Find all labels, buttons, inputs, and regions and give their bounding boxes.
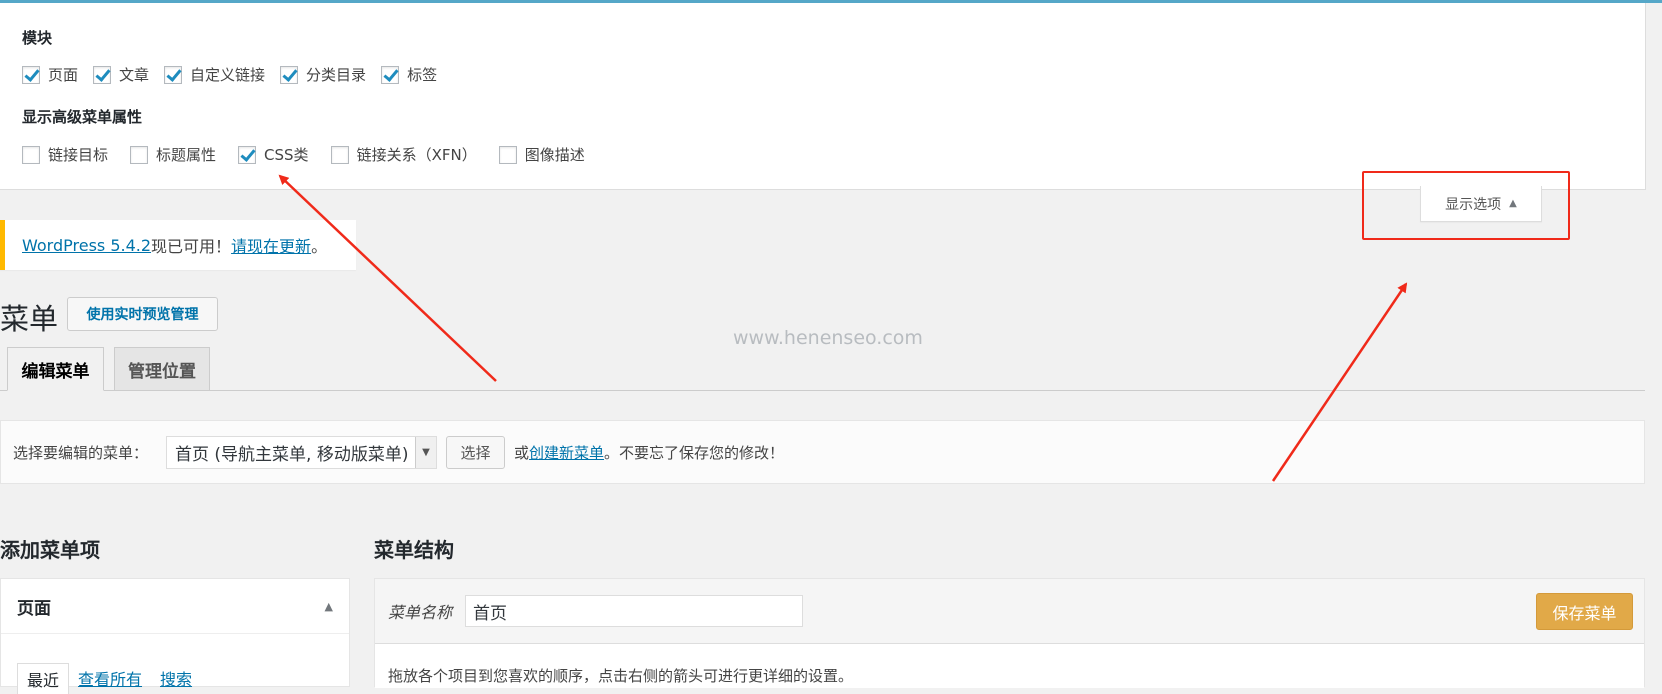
or-text: 或 xyxy=(514,443,530,462)
menu-select-value: 首页 (导航主菜单, 移动版菜单) xyxy=(175,444,409,465)
module-label: 自定义链接 xyxy=(190,66,266,84)
checkbox-xfn[interactable] xyxy=(330,145,349,164)
screen-options-panel: 模块 页面 文章 自定义链接 分类目录 标签 显示高级菜单属性 链接目标 标题属… xyxy=(0,3,1646,190)
chevron-down-icon[interactable]: ▼ xyxy=(415,436,437,468)
select-button[interactable]: 选择 xyxy=(446,435,506,469)
adv-label: 图像描述 xyxy=(524,146,585,164)
advanced-heading: 显示高级菜单属性 xyxy=(22,108,143,126)
tab-search[interactable]: 搜索 xyxy=(151,663,201,693)
caret-up-icon[interactable]: ▲ xyxy=(325,600,333,613)
module-label: 页面 xyxy=(48,66,79,84)
save-menu-button[interactable]: 保存菜单 xyxy=(1536,593,1633,630)
checkbox-posts[interactable] xyxy=(93,65,112,84)
adv-link-target[interactable]: 链接目标 xyxy=(22,144,108,165)
module-label: 文章 xyxy=(119,66,150,84)
tab-manage-locations[interactable]: 管理位置 xyxy=(114,347,210,391)
menu-select[interactable]: 首页 (导航主菜单, 移动版菜单) ▼ xyxy=(166,435,438,469)
pages-accordion: 页面 ▲ 最近 查看所有 搜索 xyxy=(0,578,350,694)
page-title: 菜单 xyxy=(0,302,59,336)
modules-row: 页面 文章 自定义链接 分类目录 标签 xyxy=(22,64,449,85)
update-notice: WordPress 5.4.2 现已可用！ 请现在更新。 xyxy=(0,220,356,270)
reminder-text: 。不要忘了保存您的修改！ xyxy=(604,443,785,462)
menu-header: 菜单名称 首页 保存菜单 xyxy=(375,579,1644,644)
notice-text: 现已可用！ xyxy=(151,237,232,256)
adv-title-attr[interactable]: 标题属性 xyxy=(130,144,216,165)
menu-name-input[interactable]: 首页 xyxy=(465,595,804,627)
checkbox-title-attr[interactable] xyxy=(130,145,149,164)
adv-css-classes[interactable]: CSS类 xyxy=(238,144,309,165)
checkbox-link-target[interactable] xyxy=(22,145,40,164)
pages-accordion-header[interactable]: 页面 ▲ xyxy=(1,579,349,634)
live-preview-button[interactable]: 使用实时预览管理 xyxy=(67,297,218,331)
wordpress-version-link[interactable]: WordPress 5.4.2 xyxy=(22,236,151,255)
checkbox-css-classes[interactable] xyxy=(238,145,257,164)
menu-name-label: 菜单名称 xyxy=(388,603,453,622)
tabs-divider xyxy=(0,390,1645,391)
checkbox-tags[interactable] xyxy=(381,65,400,84)
adv-label: CSS类 xyxy=(264,146,309,164)
module-posts[interactable]: 文章 xyxy=(93,64,149,85)
module-categories[interactable]: 分类目录 xyxy=(280,64,366,85)
select-menu-label: 选择要编辑的菜单： xyxy=(13,443,149,462)
notice-end: 。 xyxy=(311,237,328,256)
tab-edit-menus[interactable]: 编辑菜单 xyxy=(7,347,104,391)
module-pages[interactable]: 页面 xyxy=(22,64,78,85)
menu-structure-panel: 菜单名称 首页 保存菜单 拖放各个项目到您喜欢的顺序，点击右侧的箭头可进行更详细… xyxy=(374,578,1645,688)
pages-accordion-title: 页面 xyxy=(17,598,51,619)
annotation-arrow xyxy=(278,174,497,382)
checkbox-categories[interactable] xyxy=(280,65,299,84)
menu-structure-title: 菜单结构 xyxy=(374,538,454,562)
module-label: 标签 xyxy=(407,66,438,84)
tab-view-all[interactable]: 查看所有 xyxy=(69,663,151,693)
adv-label: 链接目标 xyxy=(48,146,109,164)
module-tags[interactable]: 标签 xyxy=(381,64,437,85)
manage-menus-bar: 选择要编辑的菜单： 首页 (导航主菜单, 移动版菜单) ▼ 选择 或创建新菜单。… xyxy=(0,420,1645,484)
create-menu-text: 或创建新菜单。不要忘了保存您的修改！ xyxy=(514,442,784,463)
modules-heading: 模块 xyxy=(22,29,53,47)
menu-instructions: 拖放各个项目到您喜欢的顺序，点击右侧的箭头可进行更详细的设置。 xyxy=(375,644,1644,688)
update-now-link[interactable]: 请现在更新 xyxy=(231,233,311,257)
adv-description[interactable]: 图像描述 xyxy=(498,144,585,165)
advanced-row: 链接目标 标题属性 CSS类 链接关系（XFN） 图像描述 xyxy=(22,144,597,165)
add-menu-items-title: 添加菜单项 xyxy=(0,538,100,562)
module-custom-links[interactable]: 自定义链接 xyxy=(164,64,265,85)
tab-recent[interactable]: 最近 xyxy=(17,663,70,694)
adv-label: 链接关系（XFN） xyxy=(356,146,477,164)
checkbox-custom-links[interactable] xyxy=(164,65,183,84)
watermark: www.henenseo.com xyxy=(733,327,923,349)
adv-label: 标题属性 xyxy=(156,146,217,164)
pages-tabs: 最近 查看所有 搜索 xyxy=(17,663,201,694)
checkbox-description[interactable] xyxy=(498,145,517,164)
create-menu-link[interactable]: 创建新菜单 xyxy=(529,444,604,462)
checkbox-pages[interactable] xyxy=(22,65,40,84)
module-label: 分类目录 xyxy=(306,66,367,84)
annotation-highlight-box xyxy=(1362,171,1570,240)
adv-xfn[interactable]: 链接关系（XFN） xyxy=(330,144,477,165)
